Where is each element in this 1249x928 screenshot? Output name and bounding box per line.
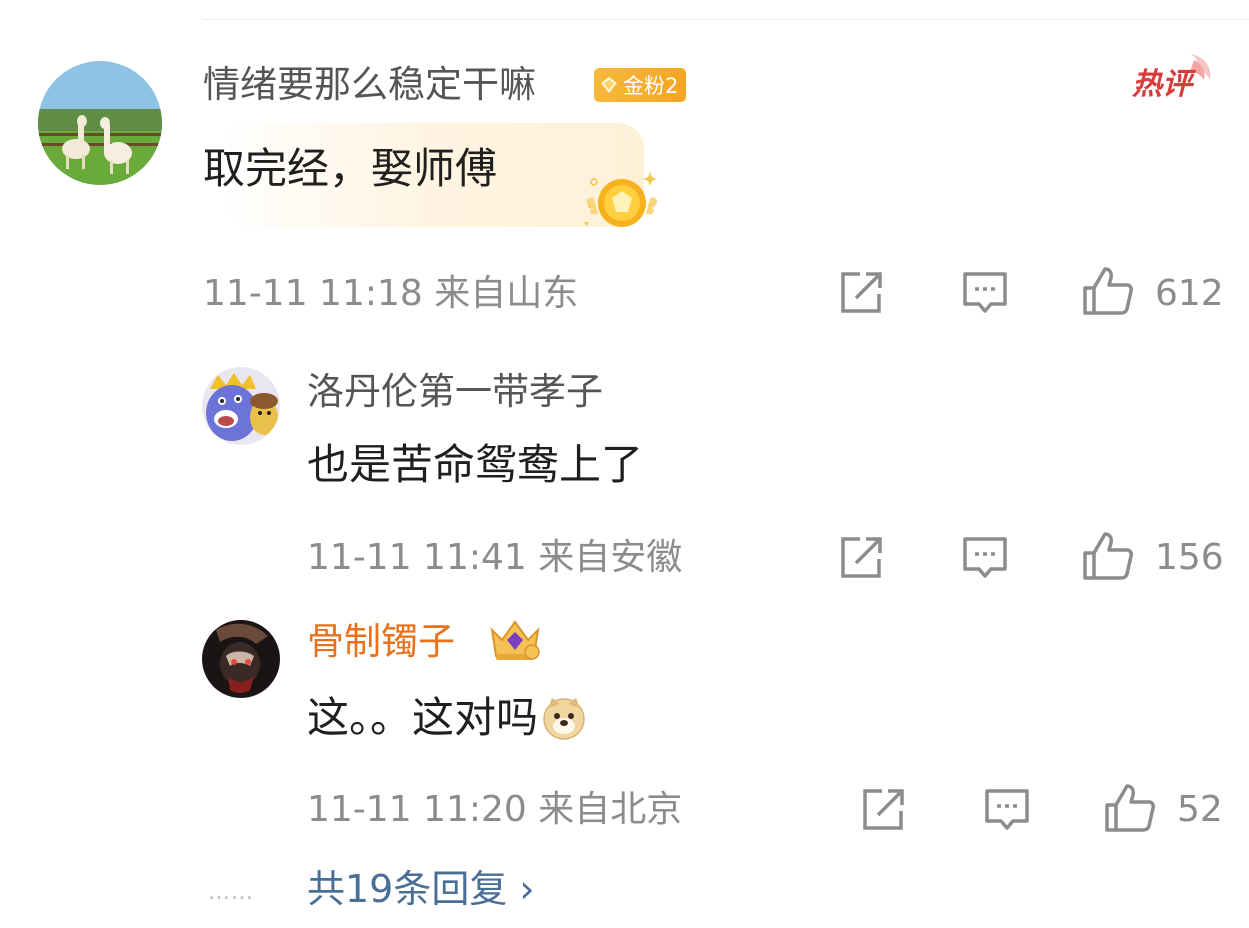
- gold-medal-decoration-icon: [584, 172, 658, 227]
- share-icon[interactable]: [838, 270, 884, 316]
- cartoon-monster-avatar-image: [202, 367, 280, 445]
- reply-content-text: 这。。这对吗: [307, 693, 539, 742]
- like-count: 156: [1155, 537, 1224, 578]
- top-divider: [202, 19, 1249, 20]
- crown-badge-icon: [490, 620, 540, 660]
- commenter-avatar[interactable]: [38, 61, 162, 185]
- like-count: 612: [1155, 273, 1224, 314]
- badge-label: 金粉2: [623, 74, 679, 98]
- like-thumb-icon[interactable]: [1082, 266, 1134, 316]
- comment-content[interactable]: 取完经，娶师傅: [203, 148, 497, 190]
- like-thumb-icon[interactable]: [1104, 783, 1156, 833]
- gem-icon: [601, 77, 617, 93]
- reply-avatar[interactable]: [202, 367, 280, 445]
- like-count: 52: [1177, 789, 1223, 830]
- comment-meta: 11-11 11:18 来自山东: [203, 273, 579, 314]
- commenter-username[interactable]: 情绪要那么稳定干嘛: [203, 66, 536, 103]
- reply-content[interactable]: 这。。这对吗: [307, 694, 588, 742]
- reply-avatar[interactable]: [202, 620, 280, 698]
- reply-icon[interactable]: [961, 270, 1009, 316]
- hot-tag-text: 热评: [1131, 67, 1197, 102]
- reply-meta: 11-11 11:41 来自安徽: [307, 537, 683, 578]
- more-replies-dots: ……: [208, 880, 254, 905]
- view-all-replies-link[interactable]: 共19条回复 ›: [307, 870, 535, 908]
- hot-comment-tag-icon: 热评: [1131, 54, 1211, 102]
- dark-character-avatar-image: [202, 620, 280, 698]
- fan-level-badge[interactable]: 金粉2: [594, 68, 687, 102]
- reply-username[interactable]: 洛丹伦第一带孝子: [307, 373, 603, 410]
- doge-emoji: [543, 698, 585, 740]
- reply-username[interactable]: 骨制镯子: [307, 623, 455, 660]
- like-thumb-icon[interactable]: [1082, 531, 1134, 581]
- reply-icon[interactable]: [961, 535, 1009, 581]
- reply-meta: 11-11 11:20 来自北京: [307, 789, 683, 830]
- reply-content[interactable]: 也是苦命鸳鸯上了: [307, 444, 643, 486]
- reply-icon[interactable]: [983, 787, 1031, 833]
- alpaca-avatar-image: [38, 61, 162, 185]
- share-icon[interactable]: [838, 535, 884, 581]
- share-icon[interactable]: [860, 787, 906, 833]
